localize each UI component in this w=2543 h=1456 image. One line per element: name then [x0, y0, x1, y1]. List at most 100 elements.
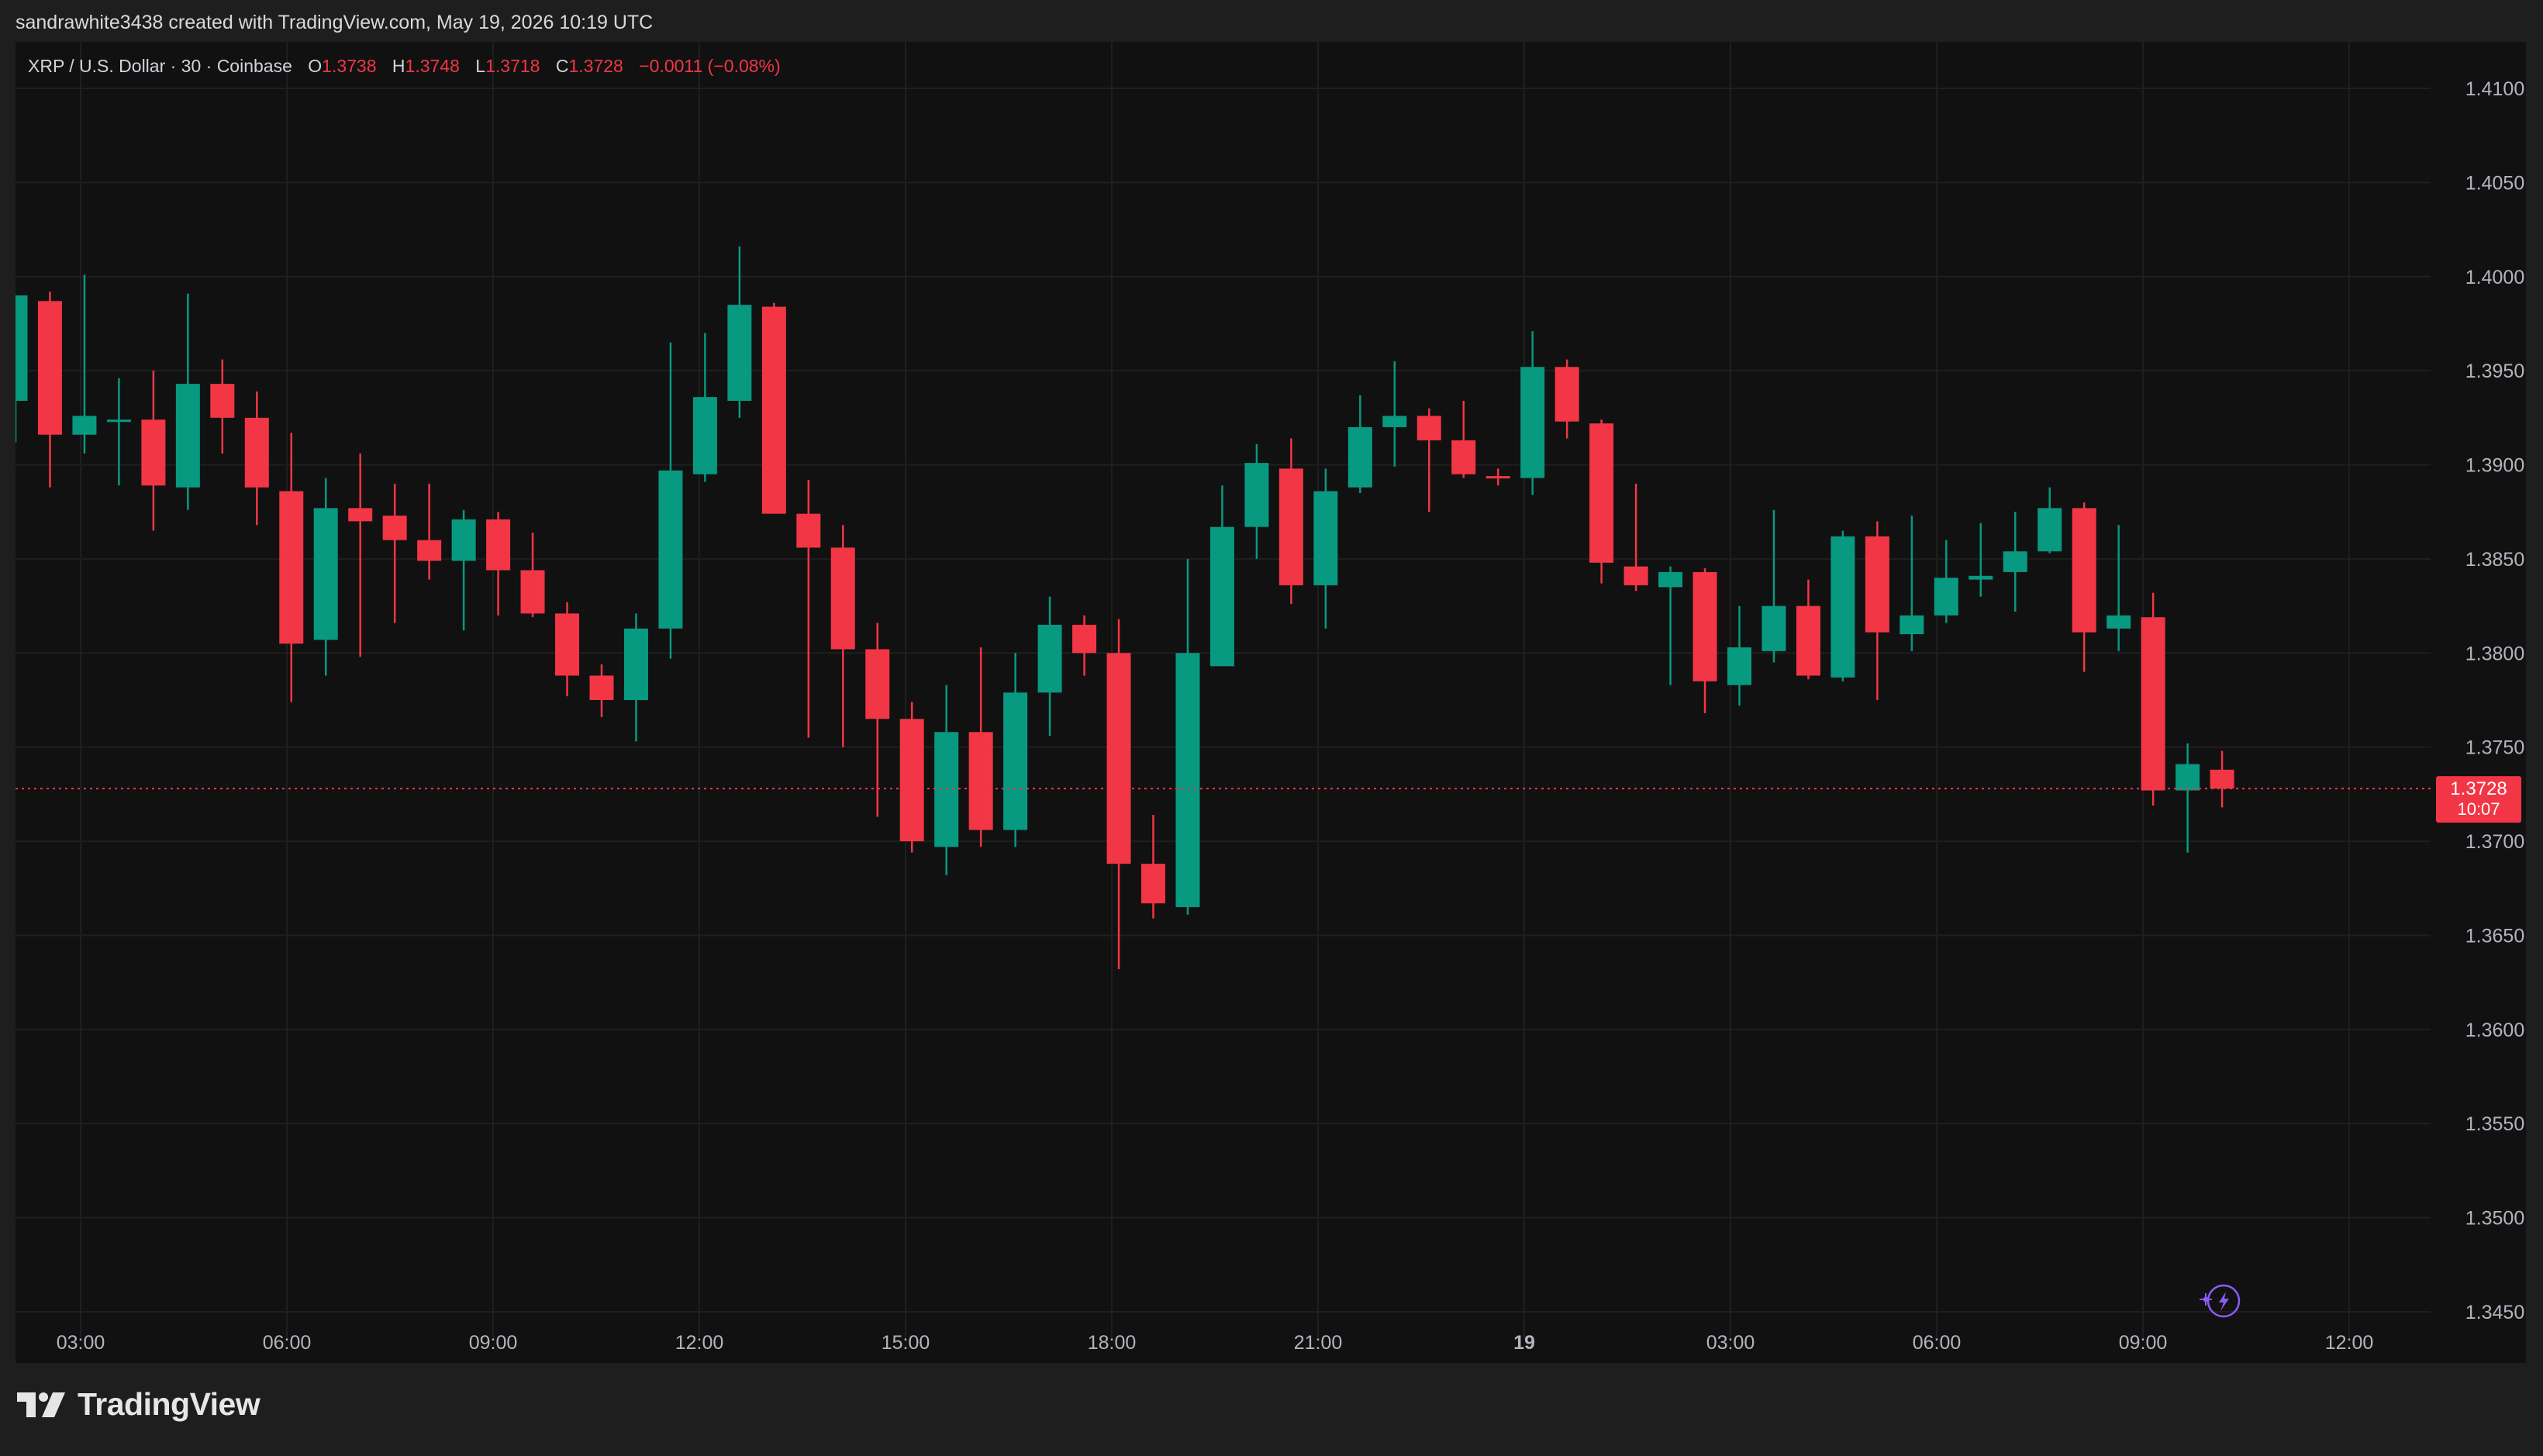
symbol-legend: XRP / U.S. Dollar · 30 · Coinbase O1.373… [28, 54, 781, 78]
price-tick-label: 1.3850 [2465, 549, 2524, 571]
candle[interactable] [796, 479, 821, 738]
candle[interactable] [1278, 438, 1303, 605]
candle[interactable] [1209, 485, 1234, 667]
candle[interactable] [72, 274, 97, 454]
candle[interactable] [727, 246, 752, 418]
low-label: L [475, 56, 486, 76]
time-tick-label: 03:00 [57, 1332, 105, 1354]
price-tick-label: 1.3800 [2465, 643, 2524, 664]
candle[interactable] [2141, 592, 2165, 806]
candle[interactable] [210, 359, 235, 454]
candle-body [279, 491, 304, 644]
candle[interactable] [968, 647, 993, 847]
candle[interactable] [451, 509, 476, 631]
open-value: 1.3738 [322, 56, 377, 76]
candle[interactable] [1554, 359, 1579, 439]
candle[interactable] [1934, 540, 1958, 623]
candle-body [727, 305, 752, 401]
candle-body [1692, 571, 1717, 681]
open-label: O [308, 56, 323, 76]
candle[interactable] [1796, 579, 1820, 680]
candle[interactable] [1485, 468, 1510, 486]
candle[interactable] [1347, 395, 1372, 493]
candle[interactable] [899, 702, 924, 853]
candle[interactable] [175, 293, 200, 510]
candle[interactable] [1106, 619, 1131, 970]
candle[interactable] [2072, 502, 2096, 672]
candle[interactable] [417, 483, 442, 580]
candle[interactable] [761, 302, 786, 514]
candle[interactable] [1072, 615, 1097, 676]
candle[interactable] [2038, 487, 2062, 554]
candle[interactable] [486, 512, 511, 616]
candle[interactable] [589, 664, 614, 717]
candle[interactable] [1658, 566, 1683, 685]
candle[interactable] [1382, 361, 1407, 467]
candle[interactable] [1830, 530, 1855, 681]
candle-body [1451, 440, 1476, 474]
footer: TradingView [0, 1363, 2543, 1456]
tradingview-brand[interactable]: TradingView [17, 1386, 261, 1423]
candle[interactable] [2210, 750, 2234, 808]
candle[interactable] [830, 525, 855, 747]
price-axis: 1.4100 1.4050 1.4000 1.3950 1.3900 1.3850 1.38… [2465, 78, 2524, 1323]
candle[interactable] [2176, 743, 2200, 853]
candle[interactable] [1865, 521, 1889, 700]
chart-panel[interactable]: 1.4100 1.4050 1.4000 1.3950 1.3900 1.3850 1.38… [16, 42, 2526, 1363]
candle[interactable] [1244, 443, 1269, 559]
candle[interactable] [623, 613, 648, 742]
candle-body [2003, 551, 2027, 572]
candle[interactable] [1141, 815, 1166, 919]
candle[interactable] [1968, 523, 1993, 597]
candle[interactable] [2003, 512, 2027, 612]
candle[interactable] [1623, 483, 1648, 592]
candle-body [1175, 653, 1200, 908]
candle-body [2176, 764, 2200, 791]
candle[interactable] [1899, 516, 1924, 651]
time-tick-label: 12:00 [675, 1332, 724, 1354]
candle[interactable] [382, 483, 407, 623]
tradingview-logo-icon [17, 1392, 65, 1417]
candle[interactable] [1003, 653, 1028, 847]
time-tick-label: 09:00 [469, 1332, 518, 1354]
candle[interactable] [106, 378, 131, 486]
candle[interactable] [313, 478, 338, 676]
candle-body [1968, 575, 1993, 580]
candle[interactable] [555, 602, 580, 697]
price-tick-label: 1.3450 [2465, 1302, 2524, 1323]
candle[interactable] [16, 295, 28, 443]
candlestick-chart[interactable]: 1.4100 1.4050 1.4000 1.3950 1.3900 1.3850 1.38… [16, 42, 2526, 1363]
candle-body [72, 416, 97, 435]
candle-body [1141, 864, 1166, 904]
candle[interactable] [1416, 408, 1441, 512]
price-tick-label: 1.4000 [2465, 267, 2524, 288]
candle-body [106, 419, 131, 423]
candle[interactable] [658, 342, 683, 659]
candle[interactable] [348, 453, 373, 657]
symbol-name[interactable]: XRP / U.S. Dollar · 30 · Coinbase [28, 56, 292, 76]
candle[interactable] [1589, 419, 1614, 584]
candle[interactable] [934, 685, 959, 875]
chart-attribution: sandrawhite3438 created with TradingView… [0, 0, 2543, 42]
candle-body [1899, 615, 1924, 635]
candle[interactable] [2107, 525, 2131, 651]
candle-body [417, 540, 442, 561]
candle[interactable] [1761, 509, 1786, 663]
candle[interactable] [1451, 400, 1476, 478]
candle-body [451, 519, 476, 561]
candle[interactable] [692, 333, 717, 482]
candle[interactable] [37, 292, 62, 488]
candle[interactable] [520, 532, 545, 618]
candle[interactable] [865, 623, 890, 817]
candle-body [37, 301, 62, 435]
candle[interactable] [1175, 558, 1200, 915]
price-tick-label: 1.3700 [2465, 831, 2524, 853]
candle-body [1209, 526, 1234, 667]
candle[interactable] [1037, 596, 1062, 737]
candle[interactable] [279, 433, 304, 702]
candle[interactable] [141, 371, 166, 531]
candle-body [141, 419, 166, 486]
candle[interactable] [1692, 568, 1717, 713]
candle[interactable] [244, 391, 269, 526]
price-tick-label: 1.4100 [2465, 78, 2524, 100]
